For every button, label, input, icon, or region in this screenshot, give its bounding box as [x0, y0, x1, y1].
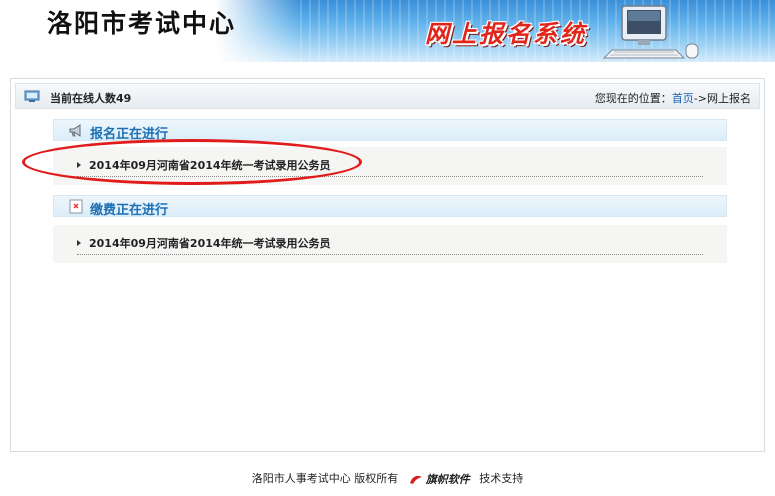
bullet-icon [77, 162, 81, 168]
section-registration-title: 报名正在进行 [90, 127, 169, 142]
monitor-icon [24, 90, 40, 102]
vendor-logo-text: 旗帜软件 [425, 473, 470, 486]
online-count: 当前在线人数49 [50, 92, 132, 105]
flag-logo-icon [409, 475, 422, 484]
section-payment-body: 2014年09月河南省2014年统一考试录用公务员 [53, 225, 727, 263]
section-payment-title: 缴费正在进行 [90, 203, 169, 218]
status-bar: 当前在线人数49 您现在的位置：首页->网上报名 [15, 83, 760, 109]
system-name-logo: 网上报名系统 [425, 20, 587, 48]
breadcrumb-current: ->网上报名 [693, 92, 751, 105]
footer-support: 技术支持 [479, 472, 524, 485]
vendor-logo: 旗帜软件 [408, 471, 470, 487]
megaphone-icon [69, 124, 81, 137]
breadcrumb-home-link[interactable]: 首页 [672, 92, 694, 105]
site-title: 洛阳市考试中心 [47, 9, 237, 38]
section-registration-body: 2014年09月河南省2014年统一考试录用公务员 [53, 147, 727, 185]
section-registration-header: 报名正在进行 [53, 119, 727, 142]
document-x-icon [69, 199, 83, 214]
list-item[interactable]: 2014年09月河南省2014年统一考试录用公务员 [77, 235, 703, 255]
list-item[interactable]: 2014年09月河南省2014年统一考试录用公务员 [77, 157, 703, 177]
header-banner: 洛阳市考试中心 网上报名系统 [0, 0, 775, 62]
breadcrumb-prefix: 您现在的位置： [594, 92, 672, 105]
bullet-icon [77, 240, 81, 246]
computer-icon [602, 5, 699, 59]
main-panel: 当前在线人数49 您现在的位置：首页->网上报名 报名正在进行 2014年09月… [10, 78, 765, 452]
footer: 洛阳市人事考试中心 版权所有 旗帜软件 技术支持 [0, 470, 775, 492]
exam-link[interactable]: 2014年09月河南省2014年统一考试录用公务员 [89, 159, 331, 172]
footer-copyright: 洛阳市人事考试中心 版权所有 [251, 472, 399, 485]
breadcrumb: 您现在的位置：首页->网上报名 [595, 90, 751, 106]
exam-link[interactable]: 2014年09月河南省2014年统一考试录用公务员 [89, 237, 331, 250]
section-payment-header: 缴费正在进行 [53, 195, 727, 218]
